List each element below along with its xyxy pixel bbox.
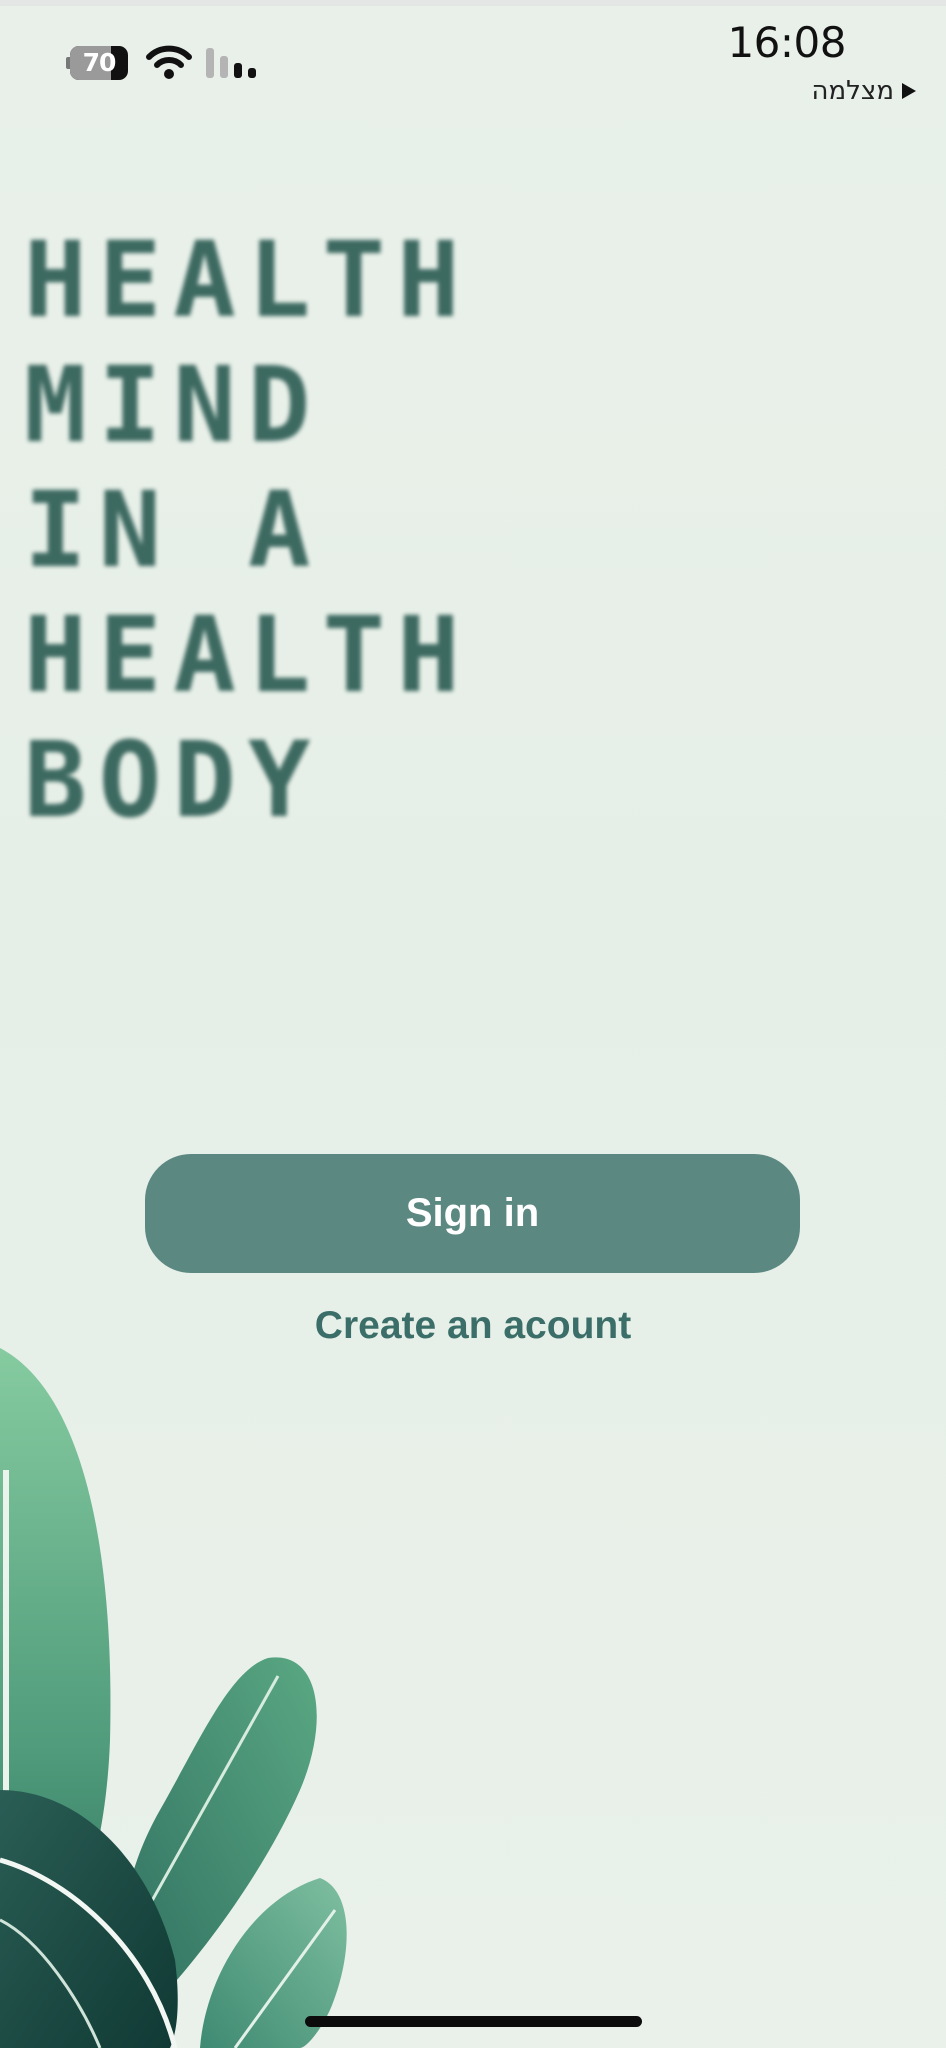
hero-line: IN A bbox=[24, 469, 323, 591]
play-triangle-icon bbox=[902, 83, 916, 99]
wifi-icon bbox=[146, 45, 192, 79]
plant-illustration bbox=[0, 1348, 347, 2048]
back-to-app-button[interactable]: מצלמה bbox=[811, 74, 916, 108]
hero-line: BODY bbox=[24, 719, 323, 841]
hero-line: HEALTH bbox=[24, 594, 472, 716]
hero-line: MIND bbox=[24, 344, 323, 466]
status-time: 16:08 bbox=[727, 18, 846, 67]
status-bar: 70 16:08 מצלמה bbox=[0, 0, 946, 120]
cellular-signal-icon bbox=[206, 48, 256, 78]
sign-in-button[interactable]: Sign in bbox=[145, 1154, 800, 1273]
battery-icon: 70 bbox=[66, 46, 130, 80]
home-indicator[interactable] bbox=[305, 2016, 642, 2027]
hero-headline: HEALTH MIND IN A HEALTH BODY bbox=[24, 218, 584, 843]
back-to-app-label: מצלמה bbox=[811, 76, 894, 106]
hero-line: HEALTH bbox=[24, 219, 472, 341]
battery-level-text: 70 bbox=[82, 48, 117, 77]
